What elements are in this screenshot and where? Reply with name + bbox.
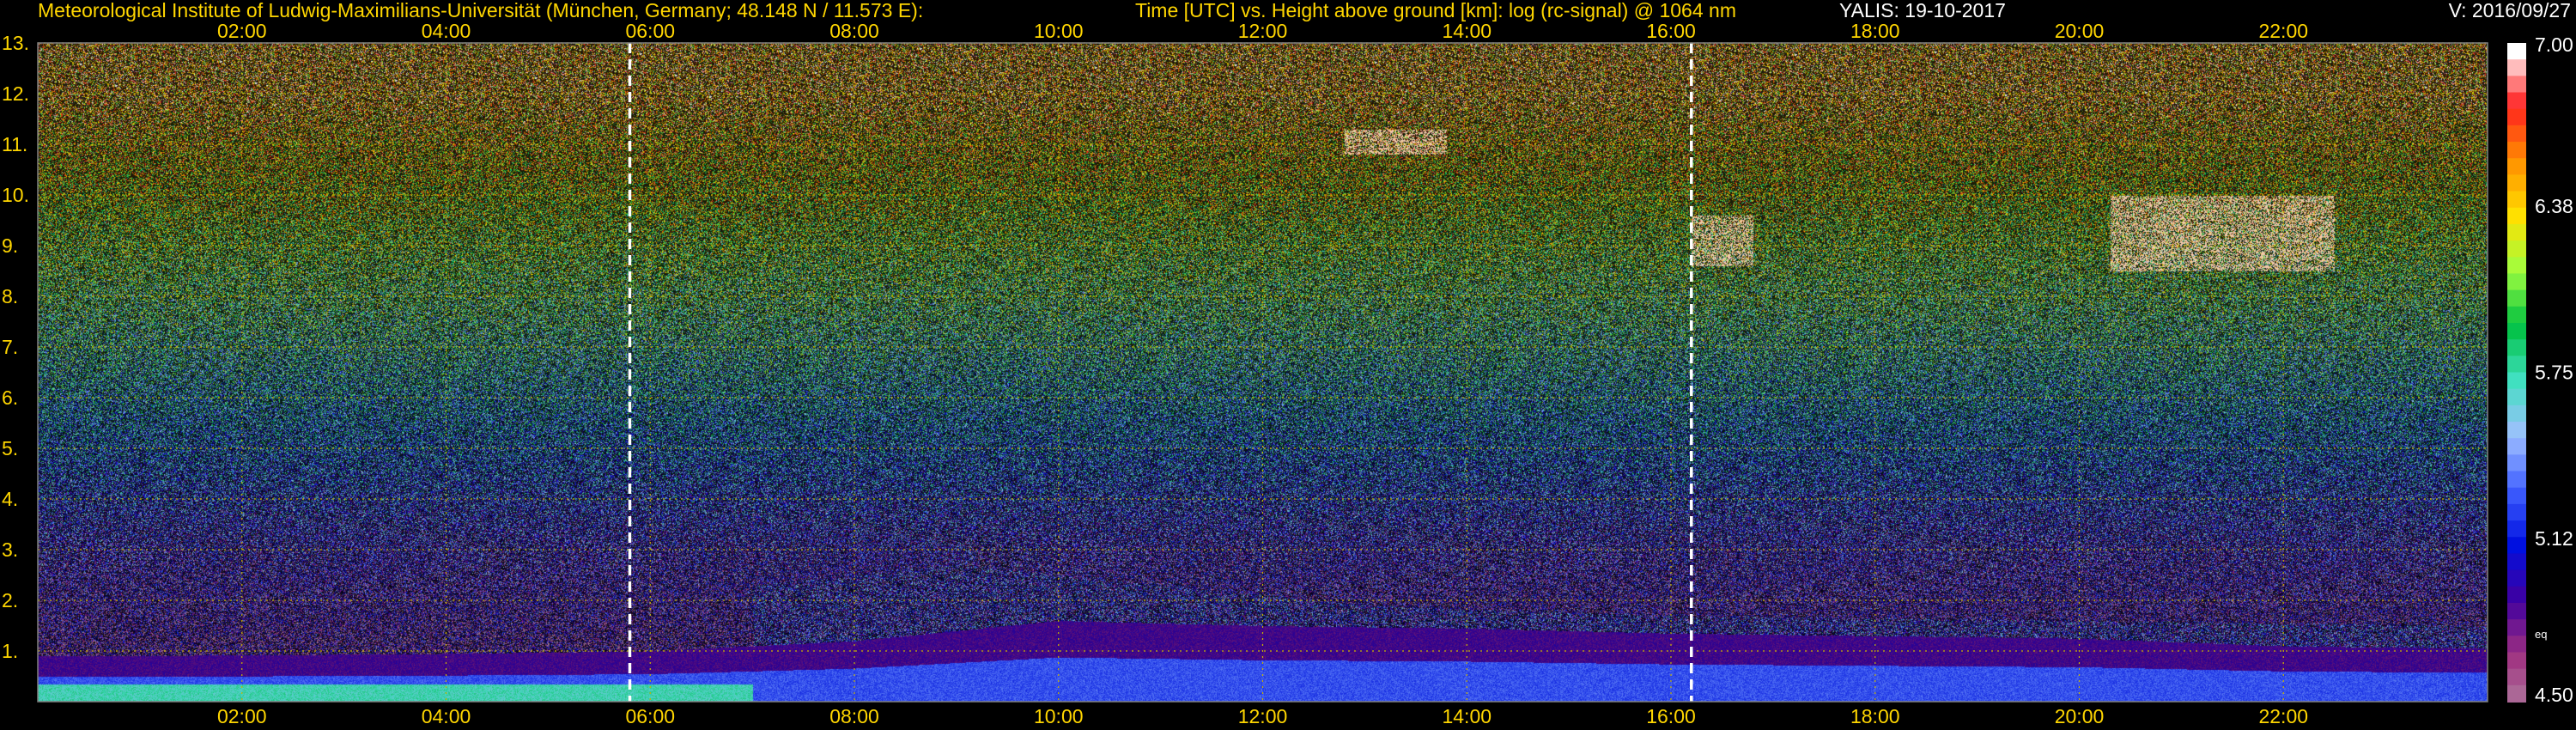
- colorbar-band: [2507, 257, 2526, 275]
- colorbar-band: [2507, 356, 2526, 374]
- colorbar-band: [2507, 273, 2526, 291]
- y-tick-label: 13.: [2, 32, 29, 54]
- x-tick-label-top: 10:00: [1034, 20, 1084, 42]
- colorbar-band: [2507, 503, 2526, 522]
- colorbar-band: [2507, 207, 2526, 225]
- y-tick-label: 12.: [2, 82, 29, 105]
- x-tick-label-top: 08:00: [829, 20, 879, 42]
- colorbar-band: [2507, 43, 2526, 61]
- x-tick-label-top: 16:00: [1646, 20, 1696, 42]
- colorbar-band: [2507, 619, 2526, 637]
- colorbar-tick-label: 4.50: [2535, 684, 2573, 706]
- colorbar-band: [2507, 158, 2526, 176]
- colorbar-band: [2507, 569, 2526, 587]
- colorbar-band: [2507, 388, 2526, 406]
- x-tick-label-bottom: 06:00: [625, 705, 675, 727]
- y-tick-label: 5.: [2, 437, 18, 459]
- x-tick-label-bottom: 08:00: [829, 705, 879, 727]
- colorbar-band: [2507, 191, 2526, 209]
- x-tick-label-top: 06:00: [625, 20, 675, 42]
- x-tick-label-top: 04:00: [422, 20, 471, 42]
- colorbar-band: [2507, 339, 2526, 357]
- colorbar-band: [2507, 306, 2526, 324]
- x-tick-label-bottom: 22:00: [2258, 705, 2308, 727]
- y-tick-label: 4.: [2, 488, 18, 510]
- colorbar-band: [2507, 76, 2526, 94]
- colorbar-band: [2507, 174, 2526, 192]
- colorbar-band: [2507, 125, 2526, 143]
- y-tick-label: 11.: [2, 133, 27, 155]
- x-tick-label-bottom: 10:00: [1034, 705, 1084, 727]
- y-tick-label: 6.: [2, 386, 18, 409]
- colorbar-tick-label: 5.75: [2535, 362, 2573, 384]
- colorbar-extra-label: eq: [2535, 628, 2547, 641]
- colorbar-tick-label: 6.38: [2535, 195, 2573, 217]
- colorbar-band: [2507, 652, 2526, 670]
- y-tick-label: 8.: [2, 285, 18, 307]
- y-tick-label: 1.: [2, 640, 18, 662]
- colorbar-band: [2507, 108, 2526, 126]
- colorbar-tick-label: 5.12: [2535, 527, 2573, 550]
- colorbar-band: [2507, 454, 2526, 472]
- colorbar-band: [2507, 487, 2526, 505]
- x-tick-label-bottom: 12:00: [1238, 705, 1288, 727]
- x-tick-label-bottom: 16:00: [1646, 705, 1696, 727]
- colorbar-band: [2507, 142, 2526, 160]
- colorbar-band: [2507, 537, 2526, 555]
- x-tick-label-bottom: 20:00: [2055, 705, 2105, 727]
- colorbar-band: [2507, 289, 2526, 307]
- colorbar-band: [2507, 553, 2526, 571]
- y-tick-label: 2.: [2, 589, 18, 611]
- colorbar-band: [2507, 471, 2526, 489]
- x-tick-label-bottom: 18:00: [1850, 705, 1900, 727]
- colorbar-band: [2507, 405, 2526, 423]
- colorbar-band: [2507, 322, 2526, 341]
- x-tick-label-top: 22:00: [2258, 20, 2308, 42]
- x-tick-label-top: 14:00: [1442, 20, 1492, 42]
- y-tick-label: 7.: [2, 336, 18, 358]
- chart-overlay: 02:00 02:00 04:00 04:00 06:00 06:00 08:00 08:00…: [2, 20, 2573, 727]
- colorbar-band: [2507, 240, 2526, 259]
- colorbar-band: [2507, 422, 2526, 440]
- x-tick-label-top: 18:00: [1850, 20, 1900, 42]
- y-tick-label: 10.: [2, 184, 29, 206]
- colorbar-band: [2507, 586, 2526, 604]
- colorbar-band: [2507, 520, 2526, 538]
- colorbar-band: [2507, 92, 2526, 110]
- y-tick-label: 9.: [2, 234, 18, 257]
- colorbar-band: [2507, 59, 2526, 77]
- colorbar-tick-label: 7.00: [2535, 33, 2573, 56]
- x-tick-label-top: 20:00: [2055, 20, 2105, 42]
- colorbar-band: [2507, 438, 2526, 456]
- colorbar-band: [2507, 636, 2526, 654]
- x-tick-label-bottom: 02:00: [217, 705, 267, 727]
- colorbar-band: [2507, 684, 2526, 703]
- x-tick-label-top: 02:00: [217, 20, 267, 42]
- x-tick-label-top: 12:00: [1238, 20, 1288, 42]
- colorbar-band: [2507, 372, 2526, 390]
- colorbar-band: [2507, 602, 2526, 621]
- colorbar-band: [2507, 223, 2526, 242]
- x-tick-label-bottom: 04:00: [422, 705, 471, 727]
- x-tick-label-bottom: 14:00: [1442, 705, 1492, 727]
- y-tick-label: 3.: [2, 538, 18, 561]
- colorbar-band: [2507, 668, 2526, 686]
